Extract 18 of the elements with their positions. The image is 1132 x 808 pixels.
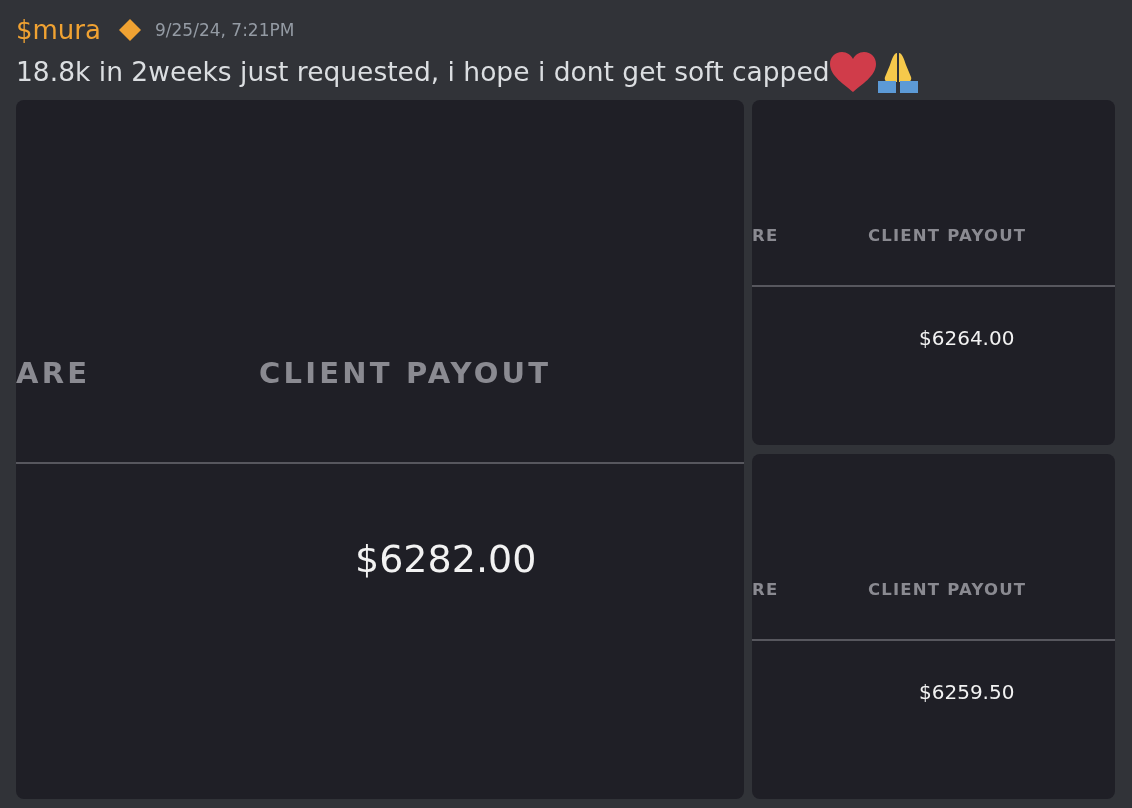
column-header: CLIENT PAYOUT [259,356,552,390]
column-header: RE [752,225,780,247]
column-header: CLIENT PAYOUT [868,579,1027,601]
table-screenshot[interactable]: RE CLIENT PAYOUT $6264.00 [752,100,1115,445]
table-screenshot[interactable]: RE CLIENT PAYOUT $6259.50 [752,454,1115,799]
column-header: ARE [16,356,92,390]
column-header: CLIENT PAYOUT [868,225,1027,247]
table-cell: $6259.50 [919,679,1015,705]
message-text: 18.8k in 2weeks just requested, i hope i dont get soft capped [16,56,830,88]
username[interactable]: $mura [16,14,101,46]
heart-icon [829,52,876,92]
table-cell: $6282.00 [355,536,537,582]
diamond-icon [119,19,141,41]
praying-hands-icon [875,51,920,93]
table-cell: $6264.00 [919,325,1015,351]
table-screenshot[interactable]: ARE CLIENT PAYOUT $6282.00 [16,100,744,799]
column-header: RE [752,579,780,601]
timestamp: 9/25/24, 7:21PM [155,19,295,41]
